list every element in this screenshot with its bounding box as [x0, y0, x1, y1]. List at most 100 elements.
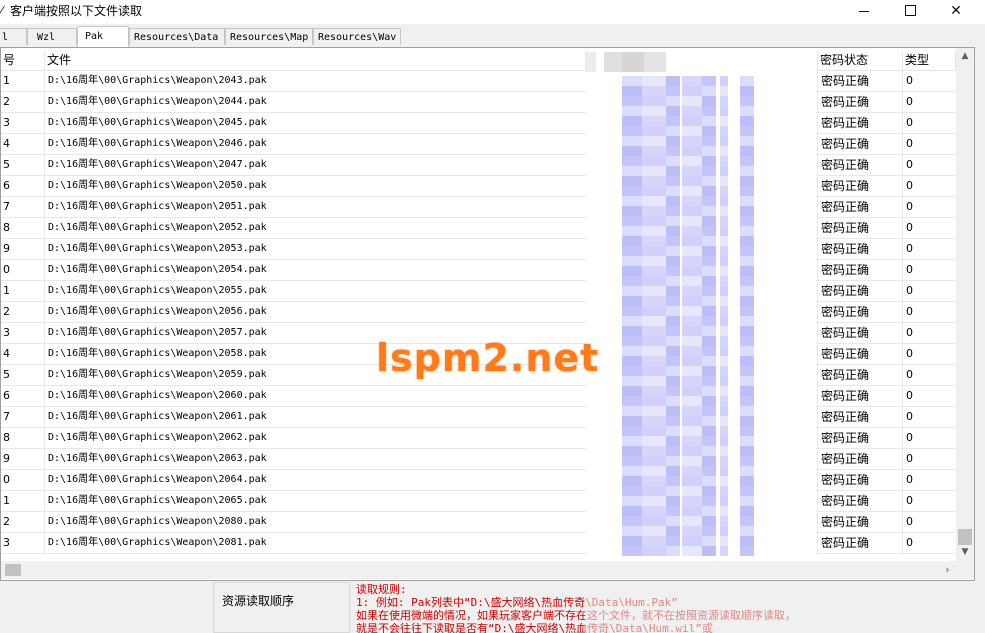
row-type: 0	[906, 179, 913, 192]
obscured-pixel	[740, 196, 754, 206]
tab-l[interactable]: l	[0, 28, 27, 45]
obscured-pixel	[622, 496, 642, 506]
obscured-pixel	[642, 136, 666, 146]
tab-resources-data[interactable]: Resources\Data	[129, 28, 225, 45]
obscured-pixel	[682, 326, 702, 336]
row-type: 0	[906, 305, 913, 318]
header-file[interactable]: 文件	[45, 51, 586, 70]
obscured-pixel	[702, 186, 716, 196]
tab-resources-map[interactable]: Resources\Map	[225, 28, 313, 45]
scroll-right-icon[interactable]: ›	[939, 561, 956, 579]
obscured-pixel	[622, 126, 642, 136]
obscured-pixel	[644, 52, 666, 72]
header-type[interactable]: 类型	[903, 51, 956, 70]
vertical-scrollbar[interactable]: ▲ ▼	[956, 48, 974, 561]
obscured-pixel	[666, 236, 680, 246]
obscured-pixel	[720, 116, 728, 126]
obscured-pixel	[682, 146, 702, 156]
obscured-pixel	[740, 416, 754, 426]
obscured-pixel	[702, 446, 716, 456]
obscured-pixel	[682, 296, 702, 306]
row-password-status: 密码正确	[817, 134, 903, 154]
obscured-pixel	[642, 276, 666, 286]
obscured-pixel	[682, 186, 702, 196]
obscured-pixel	[720, 266, 728, 276]
obscured-pixel	[666, 256, 680, 266]
close-button[interactable]: ✕	[933, 0, 979, 24]
obscured-pixel	[682, 486, 702, 496]
row-file-path: D:\16周年\00\Graphics\Weapon\2052.pak	[48, 222, 267, 233]
obscured-pixel	[720, 546, 728, 556]
row-password-status: 密码正确	[817, 407, 903, 427]
horizontal-scrollbar[interactable]: ›	[1, 561, 956, 579]
obscured-pixel	[666, 526, 680, 536]
tab-pak[interactable]: Pak	[77, 26, 129, 47]
obscured-pixel	[720, 86, 728, 96]
obscured-pixel	[740, 266, 754, 276]
obscured-pixel	[702, 336, 716, 346]
obscured-pixel	[740, 476, 754, 486]
obscured-pixel	[666, 466, 680, 476]
obscured-pixel	[740, 446, 754, 456]
obscured-pixel	[666, 266, 680, 276]
obscured-pixel	[666, 146, 680, 156]
obscured-pixel	[642, 76, 666, 86]
obscured-pixel	[740, 306, 754, 316]
obscured-pixel	[666, 96, 680, 106]
row-file-path: D:\16周年\00\Graphics\Weapon\2063.pak	[48, 453, 267, 464]
obscured-pixel	[622, 96, 642, 106]
obscured-pixel	[720, 416, 728, 426]
obscured-pixel	[666, 116, 680, 126]
vertical-scroll-thumb[interactable]	[958, 529, 972, 545]
row-file-path: D:\16周年\00\Graphics\Weapon\2047.pak	[48, 159, 267, 170]
obscured-pixel	[666, 246, 680, 256]
row-file-path: D:\16周年\00\Graphics\Weapon\2064.pak	[48, 474, 267, 485]
header-status[interactable]: 密码状态	[817, 51, 903, 70]
obscured-pixel	[622, 546, 642, 556]
obscured-pixel	[622, 106, 642, 116]
tab-wzl[interactable]: Wzl	[27, 28, 77, 45]
obscured-pixel	[682, 106, 702, 116]
row-password-status: 密码正确	[817, 71, 903, 91]
obscured-pixel	[740, 366, 754, 376]
obscured-pixel	[666, 436, 680, 446]
obscured-pixel	[666, 126, 680, 136]
obscured-pixel	[666, 516, 680, 526]
obscured-pixel	[666, 326, 680, 336]
row-type: 0	[906, 473, 913, 486]
obscured-pixel	[740, 346, 754, 356]
obscured-pixel	[642, 196, 666, 206]
scroll-down-icon[interactable]: ▼	[956, 544, 974, 561]
row-file-path: D:\16周年\00\Graphics\Weapon\2044.pak	[48, 96, 267, 107]
obscured-pixel	[642, 186, 666, 196]
row-number: 7	[1, 197, 45, 217]
obscured-pixel	[740, 86, 754, 96]
obscured-pixel	[622, 536, 642, 546]
resource-order-box[interactable]: 资源读取顺序	[213, 582, 350, 633]
obscured-pixel	[720, 366, 728, 376]
scroll-up-icon[interactable]: ▲	[956, 48, 974, 65]
tab-resources-wav[interactable]: Resources\Wav	[313, 28, 401, 45]
row-type: 0	[906, 137, 913, 150]
obscured-pixel	[622, 116, 642, 126]
obscured-pixel	[622, 406, 642, 416]
row-type: 0	[906, 431, 913, 444]
maximize-button[interactable]	[887, 0, 933, 24]
obscured-pixel	[740, 216, 754, 226]
obscured-pixel	[622, 386, 642, 396]
obscured-pixel	[740, 546, 754, 556]
minimize-button[interactable]	[841, 0, 887, 24]
row-type: 0	[906, 95, 913, 108]
obscured-pixel	[682, 526, 702, 536]
header-no[interactable]: 号	[1, 51, 45, 70]
obscured-pixel	[702, 276, 716, 286]
app-icon: ⁄	[1, 4, 3, 17]
obscured-pixel	[740, 176, 754, 186]
obscured-pixel	[666, 426, 680, 436]
obscured-pixel	[586, 52, 596, 72]
obscured-pixel	[702, 326, 716, 336]
obscured-pixel	[682, 216, 702, 226]
obscured-pixel	[666, 216, 680, 226]
horizontal-scroll-thumb[interactable]	[5, 564, 21, 576]
obscured-column	[586, 48, 816, 578]
